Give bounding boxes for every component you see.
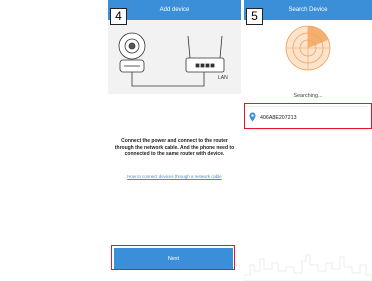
step-4-badge: 4: [110, 8, 127, 25]
city-skyline-graphic: [244, 254, 372, 281]
add-device-screen: Add device LAN Connect the power and con…: [108, 0, 241, 281]
step-5-badge: 5: [246, 8, 263, 25]
location-pin-icon: [249, 112, 256, 122]
radar-area: [244, 20, 372, 102]
camera-icon: [118, 32, 146, 73]
router-lan-label: LAN: [218, 75, 228, 81]
network-cable-help-link[interactable]: How to connect devices through a network…: [112, 174, 237, 179]
add-device-title: Add device: [108, 0, 241, 20]
radar-icon: [285, 25, 331, 71]
connection-illustration: LAN: [108, 20, 241, 94]
found-device-item[interactable]: 406A8E207213: [244, 106, 368, 130]
searching-status: Searching...: [293, 93, 323, 99]
search-device-screen: Search Device Searching... 406A8E207213: [244, 0, 372, 281]
network-cable: [131, 72, 205, 87]
next-button[interactable]: Next: [114, 248, 233, 270]
search-device-title: Search Device: [244, 0, 372, 20]
found-device-id: 406A8E207213: [260, 115, 297, 121]
router-icon: [185, 35, 225, 73]
connection-instruction: Connect the power and connect to the rou…: [114, 138, 235, 157]
